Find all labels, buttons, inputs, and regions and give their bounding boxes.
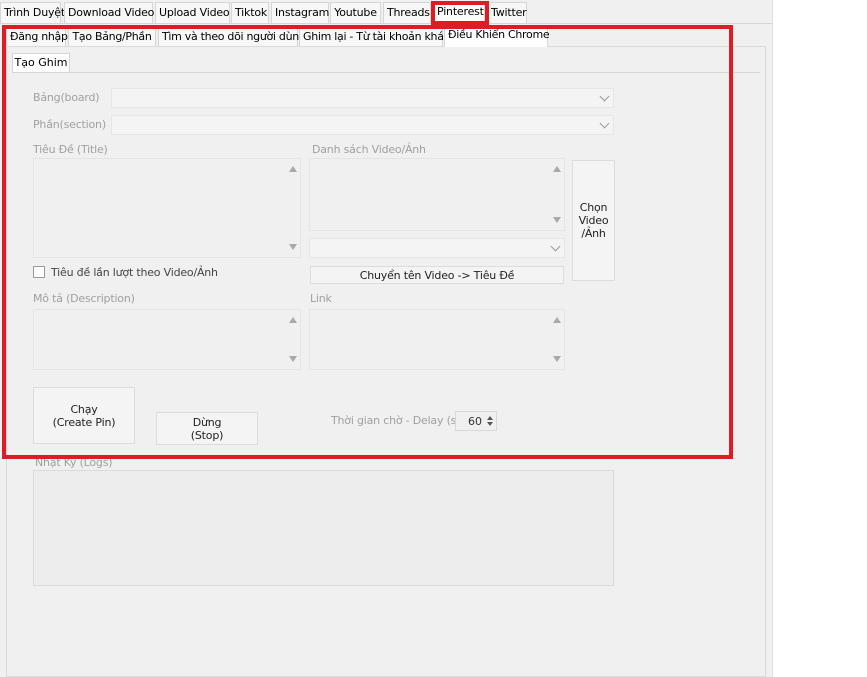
tab-tiktok[interactable]: Tiktok: [231, 2, 269, 23]
tab-strip-divider: [0, 23, 773, 24]
window-edge: [772, 0, 773, 677]
tab-threads[interactable]: Threads: [383, 2, 431, 23]
tab-instagram[interactable]: Instagram: [271, 2, 329, 23]
tab-twitter[interactable]: Twitter: [487, 2, 527, 23]
logs-textarea[interactable]: [33, 470, 614, 586]
tab-upload-video[interactable]: Upload Video: [155, 2, 230, 23]
tab-download-video[interactable]: Download Video: [64, 2, 154, 23]
tab-trinh-duyet[interactable]: Trình Duyệt: [0, 2, 65, 23]
pinterest-tab-highlight: [431, 1, 489, 25]
form-highlight: [2, 25, 733, 459]
tab-youtube[interactable]: Youtube: [330, 2, 381, 23]
